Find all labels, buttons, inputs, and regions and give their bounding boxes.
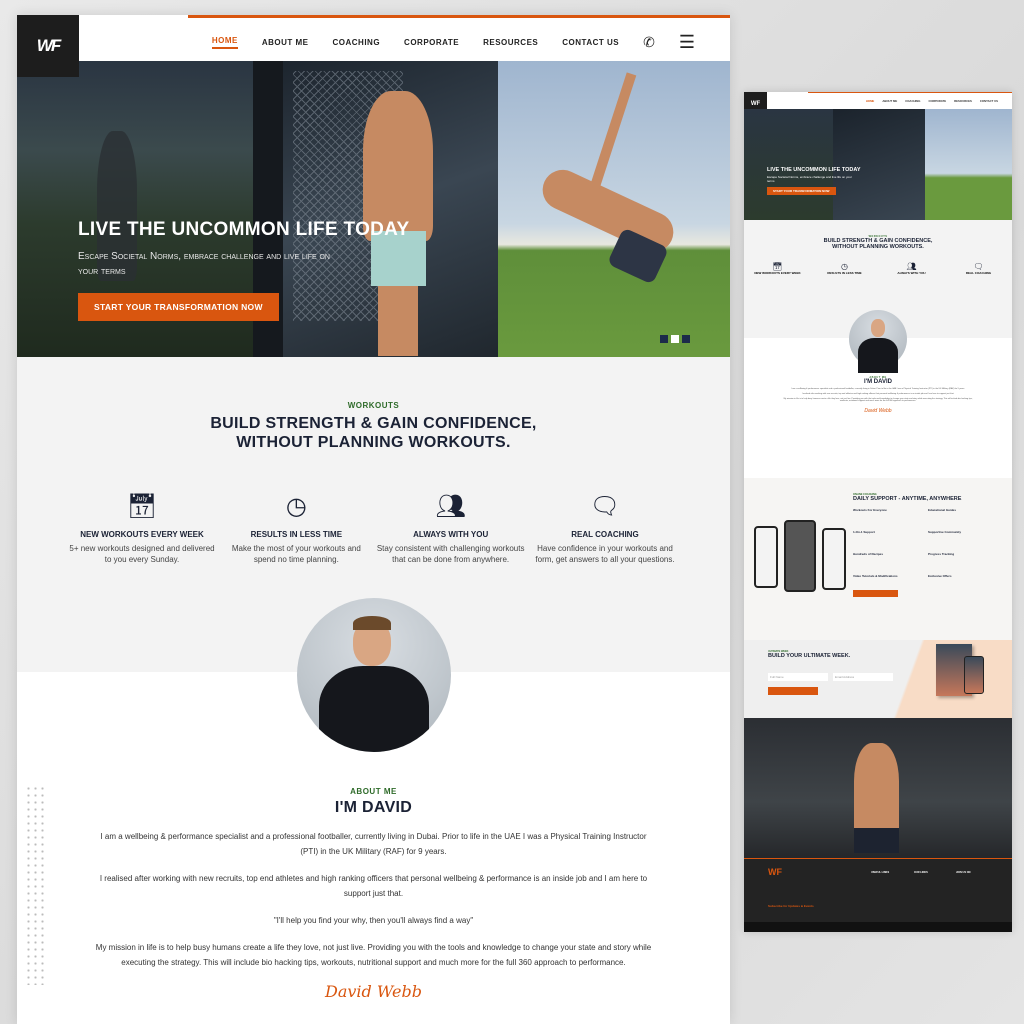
mini-nav-item: ABOUT ME [882, 99, 898, 103]
start-transformation-button[interactable]: START YOUR TRANSFORMATION NOW [78, 293, 279, 321]
mini-nav: HOME ABOUT ME COACHING CORPORATE RESOURC… [866, 99, 998, 103]
nav-home[interactable]: HOME [211, 36, 238, 49]
workouts-title-line2: WITHOUT PLANNING WORKOUTS. [236, 434, 511, 451]
slide-dot[interactable] [682, 335, 690, 343]
mini-hero-subtitle: Escape Societal Norms, embrace challenge… [767, 175, 852, 183]
about-paragraph: My mission in life is to help busy human… [95, 943, 652, 967]
mini-feature: REAL COACHING [965, 271, 992, 275]
phone-icon[interactable]: ✆ [643, 34, 655, 51]
mini-footer-heading: USEFUL LINKS [871, 871, 890, 874]
accent-line [188, 15, 730, 18]
about-title: I'M DAVID [334, 799, 413, 816]
feature-desc: Make the most of your workouts and spend… [231, 544, 361, 564]
feature-desc: Have confidence in your workouts and for… [535, 544, 675, 564]
mini-ebook-button [768, 687, 818, 695]
feature-item: 🗨︎ REAL COACHING Have confidence in your… [530, 492, 680, 565]
mini-hero-title: LIVE THE UNCOMMON LIFE TODAY [767, 167, 861, 173]
mini-title: BUILD YOUR ULTIMATE WEEK. [768, 653, 851, 659]
hamburger-menu-icon[interactable]: ☰ [679, 32, 695, 53]
mini-gym-image [744, 718, 1012, 858]
feature-item: 📅︎ NEW WORKOUTS EVERY WEEK 5+ new workou… [67, 492, 217, 565]
logo[interactable]: WF [17, 15, 79, 77]
nav-corporate[interactable]: CORPORATE [404, 38, 459, 47]
mini-ultimate-week: ULTIMATE WEEK BUILD YOUR ULTIMATE WEEK. … [744, 640, 1012, 718]
mini-name-input: Full Name [768, 673, 828, 681]
mini-coaching-item: Workouts For Everyone [853, 508, 887, 512]
mini-coaching-item: Hundreds of Recipes [853, 552, 884, 556]
about-eyebrow: ABOUT ME [350, 787, 397, 796]
mini-feature: RESULTS IN LESS TIME [827, 271, 862, 275]
feature-title: RESULTS IN LESS TIME [250, 530, 343, 539]
nav-contact-us[interactable]: CONTACT US [562, 38, 619, 47]
hero: LIVE THE UNCOMMON LIFE TODAY Escape Soci… [17, 61, 730, 357]
mini-feature: ALWAYS WITH YOU [897, 271, 926, 275]
mini-subscribe: Subscribe for Updates & Events [768, 904, 814, 908]
mini-nav-item: HOME [865, 99, 875, 103]
hero-content: LIVE THE UNCOMMON LIFE TODAY Escape Soci… [78, 219, 409, 321]
mini-nav-item: CONTACT US [979, 99, 998, 103]
mini-hero-button: START YOUR TRANSFORMATION NOW [767, 187, 836, 195]
clock-icon: ◷ [285, 493, 307, 520]
mini-email-input: Email Address [833, 673, 893, 681]
david-portrait [297, 598, 451, 752]
mini-nav-item: CORPORATE [928, 99, 947, 103]
mini-coaching-item: Educational Guides [928, 508, 957, 512]
feature-item: ◷ RESULTS IN LESS TIME Make the most of … [221, 492, 371, 565]
mini-feature: NEW WORKOUTS EVERY WEEK [754, 271, 801, 275]
mini-coaching-item: Progress Tracking [928, 552, 955, 556]
feature-title: REAL COACHING [571, 530, 639, 539]
slider-dots [660, 335, 690, 343]
calendar-icon: 📅︎ [126, 493, 158, 520]
about-quote: "I'll help you find your why, then you'l… [273, 916, 474, 925]
hero-subtitle: Escape Societal Norms, embrace challenge… [78, 251, 330, 277]
feature-desc: 5+ new workouts designed and delivered t… [69, 544, 215, 564]
slide-dot[interactable] [660, 335, 668, 343]
workouts-eyebrow: WORKOUTS [347, 401, 400, 410]
about-paragraph: I am a wellbeing & performance specialis… [100, 832, 647, 856]
website-mockup-full-preview: WF HOME ABOUT ME COACHING CORPORATE RESO… [744, 92, 1012, 932]
slide-dot-active[interactable] [671, 335, 679, 343]
hero-title: LIVE THE UNCOMMON LIFE TODAY [78, 219, 410, 240]
mini-hero: LIVE THE UNCOMMON LIFE TODAY Escape Soci… [744, 109, 1012, 220]
mini-coaching-item: Supportive Community [928, 530, 962, 534]
mini-footer: WF Subscribe for Updates & Events USEFUL… [744, 858, 1012, 932]
mini-coaching-item: Exclusive Offers [928, 574, 952, 578]
mini-footer-heading: JOIN US ON [956, 871, 971, 874]
mini-title: DAILY SUPPORT - ANYTIME, ANYWHERE [853, 496, 962, 502]
mini-coaching-item: 1-On-1 Support [853, 530, 875, 534]
mini-nav-item: RESOURCES [954, 99, 972, 103]
mini-text: I realised after working with new recrui… [801, 393, 955, 395]
workouts-title-line1: BUILD STRENGTH & GAIN CONFIDENCE, [210, 415, 537, 432]
people-icon: 👥︎ [435, 493, 466, 520]
mini-text: My mission in life is to help busy human… [783, 398, 973, 402]
mini-footer-logo: WF [768, 867, 782, 877]
nav-about-me[interactable]: ABOUT ME [262, 38, 309, 47]
main-nav: HOME ABOUT ME COACHING CORPORATE RESOURC… [211, 32, 695, 53]
about-section: ABOUT ME I'M DAVID I am a wellbeing & pe… [17, 787, 730, 1001]
mini-coaching-item: Video Tutorials & Modifications [853, 574, 898, 578]
nav-resources[interactable]: RESOURCES [483, 38, 538, 47]
feature-item: 👥︎ ALWAYS WITH YOU Stay consistent with … [376, 492, 526, 565]
mini-nav-item: COACHING [905, 99, 921, 103]
chat-icon: 🗨︎ [589, 493, 621, 520]
hero-image-stretch [498, 61, 730, 357]
mini-footer-heading: OUR LINKS [914, 871, 928, 874]
website-mockup-main: WF HOME ABOUT ME COACHING CORPORATE RESO… [17, 15, 730, 1024]
feature-list: 📅︎ NEW WORKOUTS EVERY WEEK 5+ new workou… [67, 492, 680, 565]
feature-title: NEW WORKOUTS EVERY WEEK [80, 530, 204, 539]
about-paragraph: I realised after working with new recrui… [99, 874, 648, 898]
mini-portrait [849, 310, 907, 373]
mini-text: I am a wellbeing & performance specialis… [791, 388, 965, 390]
feature-desc: Stay consistent with challenging workout… [376, 544, 525, 564]
mini-coaching: ONLINE COACHING DAILY SUPPORT - ANYTIME,… [744, 478, 1012, 640]
mini-title: WITHOUT PLANNING WORKOUTS. [832, 244, 924, 250]
mini-title: I'M DAVID [864, 379, 892, 385]
mini-signature: David Webb [864, 408, 892, 414]
signature: David Webb [325, 982, 422, 1001]
feature-title: ALWAYS WITH YOU [413, 530, 489, 539]
nav-coaching[interactable]: COACHING [332, 38, 380, 47]
mini-learn-more-button [853, 590, 898, 597]
mini-about: ABOUT ME I'M DAVID I am a wellbeing & pe… [744, 376, 1012, 414]
